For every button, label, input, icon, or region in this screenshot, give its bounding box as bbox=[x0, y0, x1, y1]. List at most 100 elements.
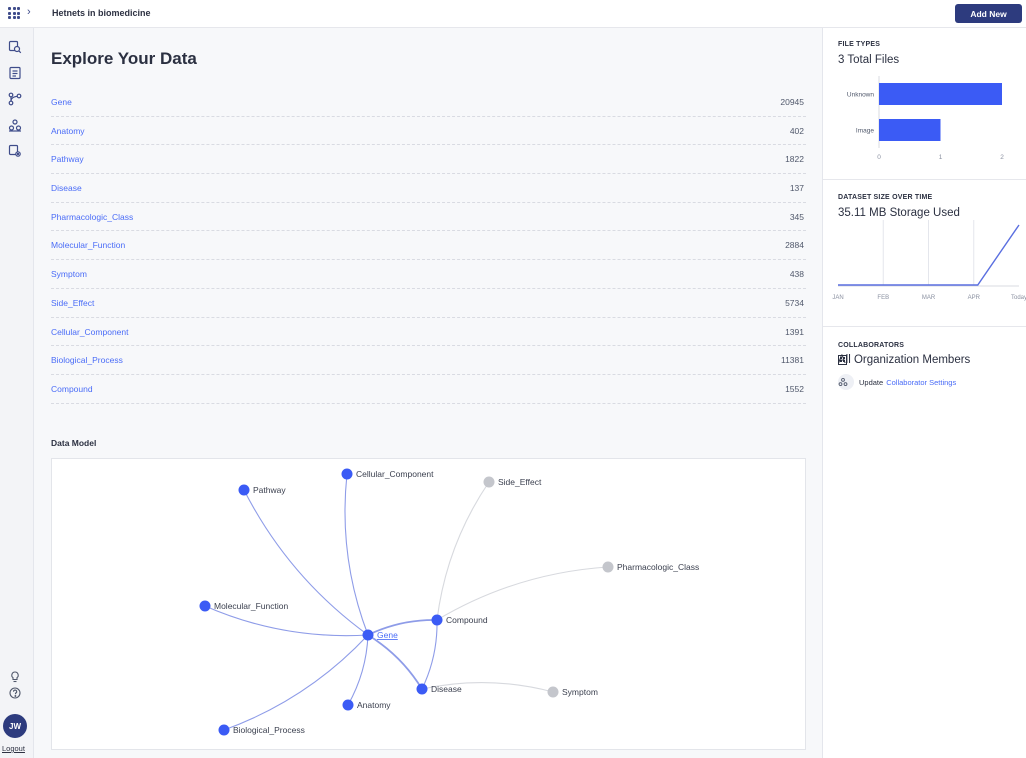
logout-link[interactable]: Logout bbox=[2, 744, 25, 753]
left-rail: JW Logout bbox=[0, 28, 34, 758]
data-type-link[interactable]: Biological_Process bbox=[51, 355, 123, 365]
collaborators-heading: COLLABORATORS bbox=[838, 342, 905, 349]
graph-node-gene[interactable] bbox=[362, 629, 374, 641]
table-row[interactable]: Pathway 1822 bbox=[51, 145, 806, 175]
divider bbox=[823, 179, 1026, 180]
graph-node-label: Pharmacologic_Class bbox=[617, 562, 699, 572]
x-tick-label: FEB bbox=[877, 295, 889, 301]
table-row[interactable]: Disease 137 bbox=[51, 174, 806, 203]
data-type-count: 11381 bbox=[780, 355, 804, 366]
main-content: Explore Your Data Gene 20945 Anatomy 402 Pat… bbox=[34, 28, 822, 758]
update-prefix: Update bbox=[859, 377, 884, 387]
x-tick-label: 1 bbox=[939, 154, 943, 161]
data-type-count: 1552 bbox=[785, 383, 804, 394]
graph-node-label: Gene bbox=[377, 630, 398, 640]
x-tick-label: 0 bbox=[877, 154, 881, 161]
project-title: Hetnets in biomedicine bbox=[52, 8, 151, 18]
data-type-link[interactable]: Side_Effect bbox=[51, 298, 94, 308]
data-type-link[interactable]: Molecular_Function bbox=[51, 240, 125, 250]
x-tick-label: Today bbox=[1011, 295, 1026, 301]
dataset-size-chart: JAN FEB MAR APR Today bbox=[832, 220, 1026, 301]
data-type-count: 345 bbox=[789, 211, 804, 222]
collaborators-subtitle: All Organization Members bbox=[838, 354, 970, 366]
table-row[interactable]: Compound 1552 bbox=[51, 375, 806, 404]
data-type-link[interactable]: Anatomy bbox=[51, 126, 85, 136]
x-tick-label: 2 bbox=[1000, 154, 1004, 161]
files-icon[interactable] bbox=[8, 66, 22, 80]
graph-node-label: Symptom bbox=[562, 687, 598, 697]
data-type-count: 1822 bbox=[785, 154, 804, 165]
app-logo-icon[interactable] bbox=[8, 7, 22, 19]
add-new-button[interactable]: Add New bbox=[955, 4, 1022, 23]
graph-node-cellular-component[interactable] bbox=[341, 468, 353, 480]
graph-node-molecular-function[interactable] bbox=[199, 600, 211, 612]
bar-unknown bbox=[879, 83, 1002, 105]
collaborator-settings-link[interactable]: Collaborator Settings bbox=[886, 378, 956, 387]
graph-edge bbox=[223, 634, 369, 731]
table-row[interactable]: Gene 20945 bbox=[51, 88, 806, 117]
table-row[interactable]: Side_Effect 5734 bbox=[51, 289, 806, 318]
lightbulb-icon[interactable] bbox=[8, 670, 22, 684]
graph-node-symptom[interactable] bbox=[547, 686, 559, 698]
graph-edge bbox=[421, 619, 438, 690]
bar-label: Image bbox=[856, 128, 874, 135]
help-icon[interactable] bbox=[8, 686, 22, 700]
avatar[interactable]: JW bbox=[3, 714, 27, 738]
settings-icon[interactable] bbox=[8, 144, 22, 158]
data-type-count: 1391 bbox=[785, 326, 804, 337]
data-model-label: Data Model bbox=[51, 438, 97, 448]
data-type-link[interactable]: Cellular_Component bbox=[51, 327, 129, 337]
graph-node-label: Compound bbox=[446, 615, 488, 625]
x-tick-label: MAR bbox=[922, 295, 936, 301]
graph-node-compound[interactable] bbox=[431, 614, 443, 626]
data-type-count: 20945 bbox=[780, 97, 804, 107]
graph-node-label: Biological_Process bbox=[233, 725, 305, 735]
graph-node-disease[interactable] bbox=[416, 683, 428, 695]
graph-edge bbox=[367, 634, 423, 690]
graph-node-label: Side_Effect bbox=[498, 477, 542, 487]
graph-node-label: Disease bbox=[431, 684, 462, 694]
graph-node-label: Anatomy bbox=[357, 700, 391, 710]
data-type-link[interactable]: Pharmacologic_Class bbox=[51, 212, 133, 222]
data-type-count: 2884 bbox=[785, 240, 804, 251]
data-model-graph[interactable]: Gene Pathway Cellular_Component Side_Effect… bbox=[51, 458, 806, 750]
graph-node-anatomy[interactable] bbox=[342, 699, 354, 711]
graph-node-pharmacologic-class[interactable] bbox=[602, 561, 614, 573]
data-type-link[interactable]: Pathway bbox=[51, 154, 84, 164]
graph-icon[interactable] bbox=[8, 92, 22, 106]
table-row[interactable]: Pharmacologic_Class 345 bbox=[51, 203, 806, 232]
collaborators-icon[interactable] bbox=[8, 118, 22, 132]
x-tick-label: JAN bbox=[832, 295, 843, 301]
graph-edge bbox=[243, 489, 369, 636]
explore-icon[interactable] bbox=[8, 40, 22, 54]
bar-image bbox=[879, 119, 941, 141]
data-type-list: Gene 20945 Anatomy 402 Pathway 1822 Disease 137… bbox=[51, 88, 806, 404]
data-type-count: 137 bbox=[789, 183, 804, 194]
file-types-chart: Unknown Image 0 1 2 bbox=[847, 76, 1004, 161]
collaborators-subtitle-text: All Organization Members bbox=[838, 354, 971, 366]
graph-node-label: Cellular_Component bbox=[356, 469, 434, 479]
table-row[interactable]: Anatomy 402 bbox=[51, 117, 806, 146]
table-row[interactable]: Biological_Process 11381 bbox=[51, 346, 806, 375]
file-types-subtitle: 3 Total Files bbox=[838, 54, 900, 66]
table-row[interactable]: Symptom 438 bbox=[51, 260, 806, 289]
data-type-count: 438 bbox=[789, 269, 804, 280]
divider bbox=[823, 326, 1026, 327]
table-row[interactable]: Molecular_Function 2884 bbox=[51, 231, 806, 261]
data-type-link[interactable]: Gene bbox=[51, 97, 72, 107]
right-panel: FILE TYPES 3 Total Files Unknown Image 0 1 2… bbox=[822, 28, 1026, 758]
table-row[interactable]: Cellular_Component 1391 bbox=[51, 318, 806, 347]
graph-node-biological-process[interactable] bbox=[218, 724, 230, 736]
data-type-link[interactable]: Disease bbox=[51, 183, 82, 193]
file-types-heading: FILE TYPES bbox=[838, 41, 881, 48]
data-type-count: 402 bbox=[789, 125, 804, 136]
update-collaborators-row: Update Collaborator Settings bbox=[838, 374, 956, 390]
graph-edge bbox=[436, 481, 490, 621]
data-type-link[interactable]: Compound bbox=[51, 384, 93, 394]
chevron-right-icon[interactable]: › bbox=[27, 6, 31, 18]
graph-node-pathway[interactable] bbox=[238, 484, 250, 496]
data-type-count: 5734 bbox=[785, 297, 804, 308]
data-type-link[interactable]: Symptom bbox=[51, 269, 87, 279]
graph-node-side-effect[interactable] bbox=[483, 476, 495, 488]
collaborators-icon bbox=[838, 374, 854, 390]
